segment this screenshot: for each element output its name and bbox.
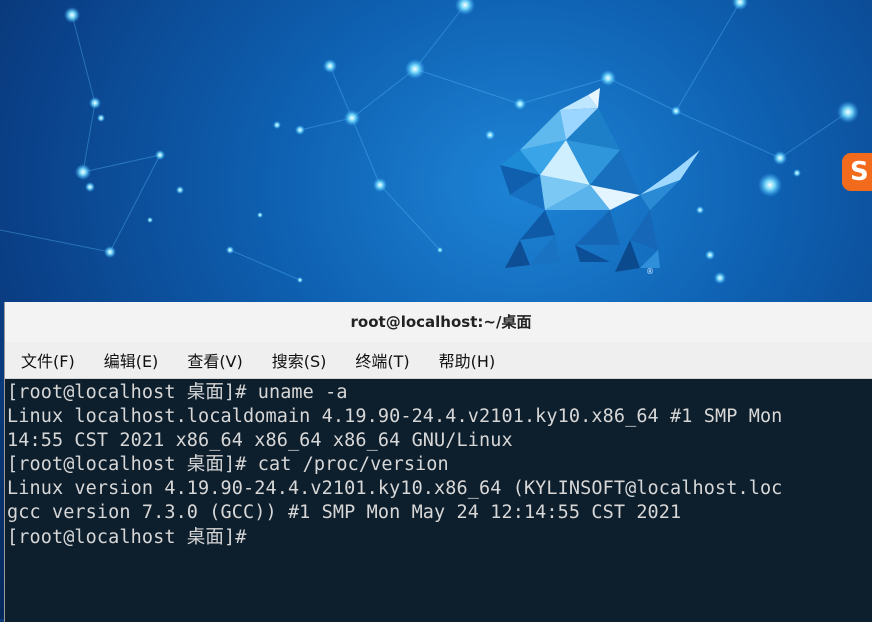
terminal-output[interactable]: [root@localhost 桌面]# uname -a Linux loca… (5, 379, 872, 622)
terminal-line: 14:55 CST 2021 x86_64 x86_64 x86_64 GNU/… (7, 430, 513, 452)
menu-bar: 文件(F) 编辑(E) 查看(V) 搜索(S) 终端(T) 帮助(H) (5, 342, 872, 379)
terminal-line: Linux localhost.localdomain 4.19.90-24.4… (7, 406, 783, 428)
desktop-wallpaper: ® S (0, 0, 872, 305)
terminal-prompt-line[interactable]: [root@localhost 桌面]# (7, 526, 872, 550)
terminal-line: Linux version 4.19.90-24.4.v2101.ky10.x8… (7, 478, 783, 500)
sogou-input-icon[interactable]: S (842, 153, 872, 191)
menu-edit[interactable]: 编辑(E) (102, 344, 161, 376)
terminal-line: [root@localhost 桌面]# cat /proc/version (7, 454, 449, 476)
menu-terminal[interactable]: 终端(T) (353, 344, 411, 376)
kylin-logo-icon (500, 88, 700, 272)
window-title[interactable]: root@localhost:~/桌面 (5, 302, 872, 342)
menu-view[interactable]: 查看(V) (185, 344, 244, 376)
menu-file[interactable]: 文件(F) (19, 344, 77, 376)
terminal-prompt: [root@localhost 桌面]# (7, 526, 247, 548)
terminal-window[interactable]: root@localhost:~/桌面 文件(F) 编辑(E) 查看(V) 搜索… (4, 302, 872, 622)
menu-help[interactable]: 帮助(H) (437, 344, 498, 376)
registered-mark: ® (646, 267, 654, 276)
menu-search[interactable]: 搜索(S) (270, 344, 329, 376)
network-background: ® (0, 0, 859, 284)
terminal-line: gcc version 7.3.0 (GCC)) #1 SMP Mon May … (7, 502, 682, 524)
terminal-line: [root@localhost 桌面]# uname -a (7, 382, 348, 403)
